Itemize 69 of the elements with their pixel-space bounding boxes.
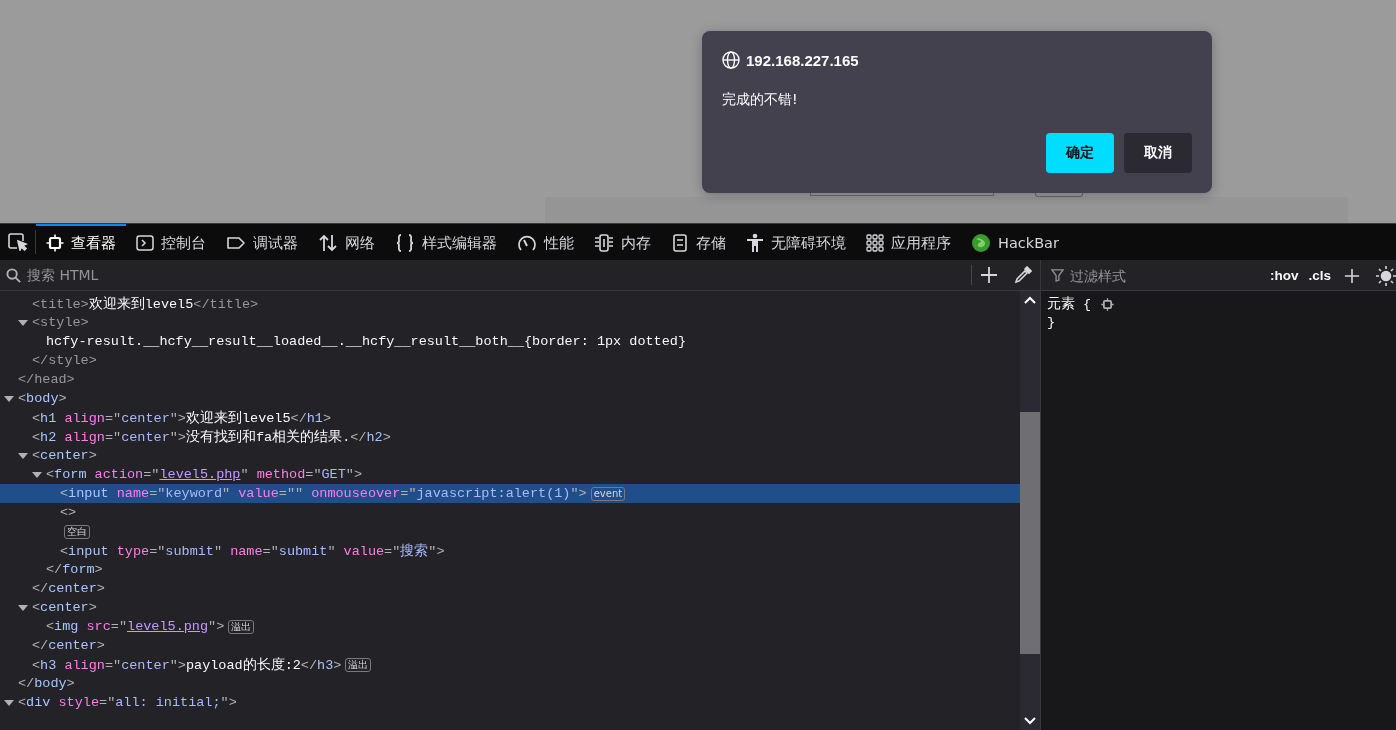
markup-line[interactable]: <style> xyxy=(32,315,89,330)
markup-line[interactable]: <img src="level5.png"> xyxy=(46,619,225,634)
markup-line[interactable]: </head> xyxy=(18,372,75,387)
expand-triangle-icon[interactable] xyxy=(4,698,14,707)
dialog-message: 完成的不错! xyxy=(722,91,799,109)
filter-icon xyxy=(1051,269,1064,282)
gauge-icon xyxy=(517,234,537,252)
markup-line[interactable]: <body> xyxy=(18,391,67,406)
markup-line[interactable]: <h3 align="center">payload的长度:2</h3> xyxy=(32,655,342,674)
devtools-tab[interactable]: 无障碍环境 xyxy=(736,224,856,260)
markup-line[interactable]: </style> xyxy=(32,353,97,368)
pseudo-toggle[interactable]: .cls xyxy=(1303,268,1336,283)
markup-line[interactable]: <input name="keyword" value="" onmouseover="javascript:alert(1)"> xyxy=(60,486,587,501)
storage-icon xyxy=(671,234,689,252)
console-icon xyxy=(136,234,154,252)
expand-triangle-icon[interactable] xyxy=(18,318,28,327)
devtools-tab[interactable]: 调试器 xyxy=(216,224,308,260)
devtools-tab[interactable]: 样式编辑器 xyxy=(385,224,507,260)
braces-icon xyxy=(395,234,415,252)
filter-field[interactable]: 过滤样式 xyxy=(1068,266,1265,285)
rule-selector: 元素 { xyxy=(1047,295,1092,313)
markup-line[interactable]: <h2 align="center">没有找到和fa相关的结果.</h2> xyxy=(32,427,391,446)
expand-triangle-icon[interactable] xyxy=(18,451,28,460)
markup-line[interactable]: hcfy-result.__hcfy__result__loaded__.__hcfy__result__both__{border: 1px dotted} xyxy=(46,334,686,349)
tag-shape-icon xyxy=(226,234,246,252)
markup-line[interactable]: <> xyxy=(60,505,77,520)
devtools-tab[interactable]: 内存 xyxy=(584,224,661,260)
node-badge[interactable]: 溢出 xyxy=(345,657,372,672)
chip-icon xyxy=(594,234,614,252)
markup-line[interactable]: </form> xyxy=(46,562,103,577)
expand-triangle-icon[interactable] xyxy=(4,394,14,403)
markup-line[interactable]: <div style="all: initial;"> xyxy=(18,695,237,710)
devtools-tab[interactable]: 性能 xyxy=(507,224,584,260)
markup-line[interactable]: </center> xyxy=(32,638,105,653)
devtools-tab[interactable]: HackBar xyxy=(961,224,1069,260)
markup-line[interactable]: <input type="submit" name="submit" value="搜索"> xyxy=(60,541,445,560)
up-down-arrows-icon xyxy=(318,234,338,252)
dialog-title: 192.168.227.165 xyxy=(746,51,859,69)
devtools-tab[interactable]: 应用程序 xyxy=(856,224,961,260)
scroll-down-icon[interactable] xyxy=(1024,717,1036,725)
scrollbar[interactable] xyxy=(1020,291,1040,730)
devtools-tab[interactable]: 网络 xyxy=(308,224,385,260)
confirm-button[interactable]: 确定 xyxy=(1046,133,1114,173)
markup-line[interactable]: <form action="level5.php" method="GET"> xyxy=(46,467,362,482)
expand-triangle-icon[interactable] xyxy=(18,603,28,612)
markup-line[interactable]: <center> xyxy=(32,448,97,463)
person-icon xyxy=(746,233,764,253)
globe-icon xyxy=(722,51,740,69)
cancel-button[interactable]: 取消 xyxy=(1124,133,1192,173)
crosshair-square-icon xyxy=(46,234,64,252)
node-badge[interactable]: 溢出 xyxy=(228,619,255,634)
search-icon xyxy=(6,267,21,283)
markup-line[interactable]: </center> xyxy=(32,581,105,596)
devtools-tab[interactable]: 存储 xyxy=(661,224,736,260)
expand-triangle-icon[interactable] xyxy=(32,470,42,479)
grid-icon xyxy=(866,234,884,252)
scroll-up-icon[interactable] xyxy=(1024,296,1036,304)
markup-line[interactable]: <center> xyxy=(32,600,97,615)
markup-line[interactable]: <h1 align="center">欢迎来到level5</h1> xyxy=(32,408,332,427)
crosshair-square-icon[interactable] xyxy=(1101,297,1115,311)
markup-line[interactable]: <title>欢迎来到level5</title> xyxy=(32,294,259,313)
leaf-circle-icon xyxy=(971,233,991,253)
node-badge[interactable]: 空白 xyxy=(64,524,90,539)
markup-line[interactable]: </body> xyxy=(18,676,75,691)
search-field[interactable]: 搜索 HTML xyxy=(25,266,971,284)
rule-close: } xyxy=(1047,314,1056,330)
devtools-tab[interactable]: 控制台 xyxy=(126,224,216,260)
pseudo-toggle[interactable]: :hov xyxy=(1264,268,1304,283)
node-badge[interactable]: event xyxy=(590,486,626,501)
